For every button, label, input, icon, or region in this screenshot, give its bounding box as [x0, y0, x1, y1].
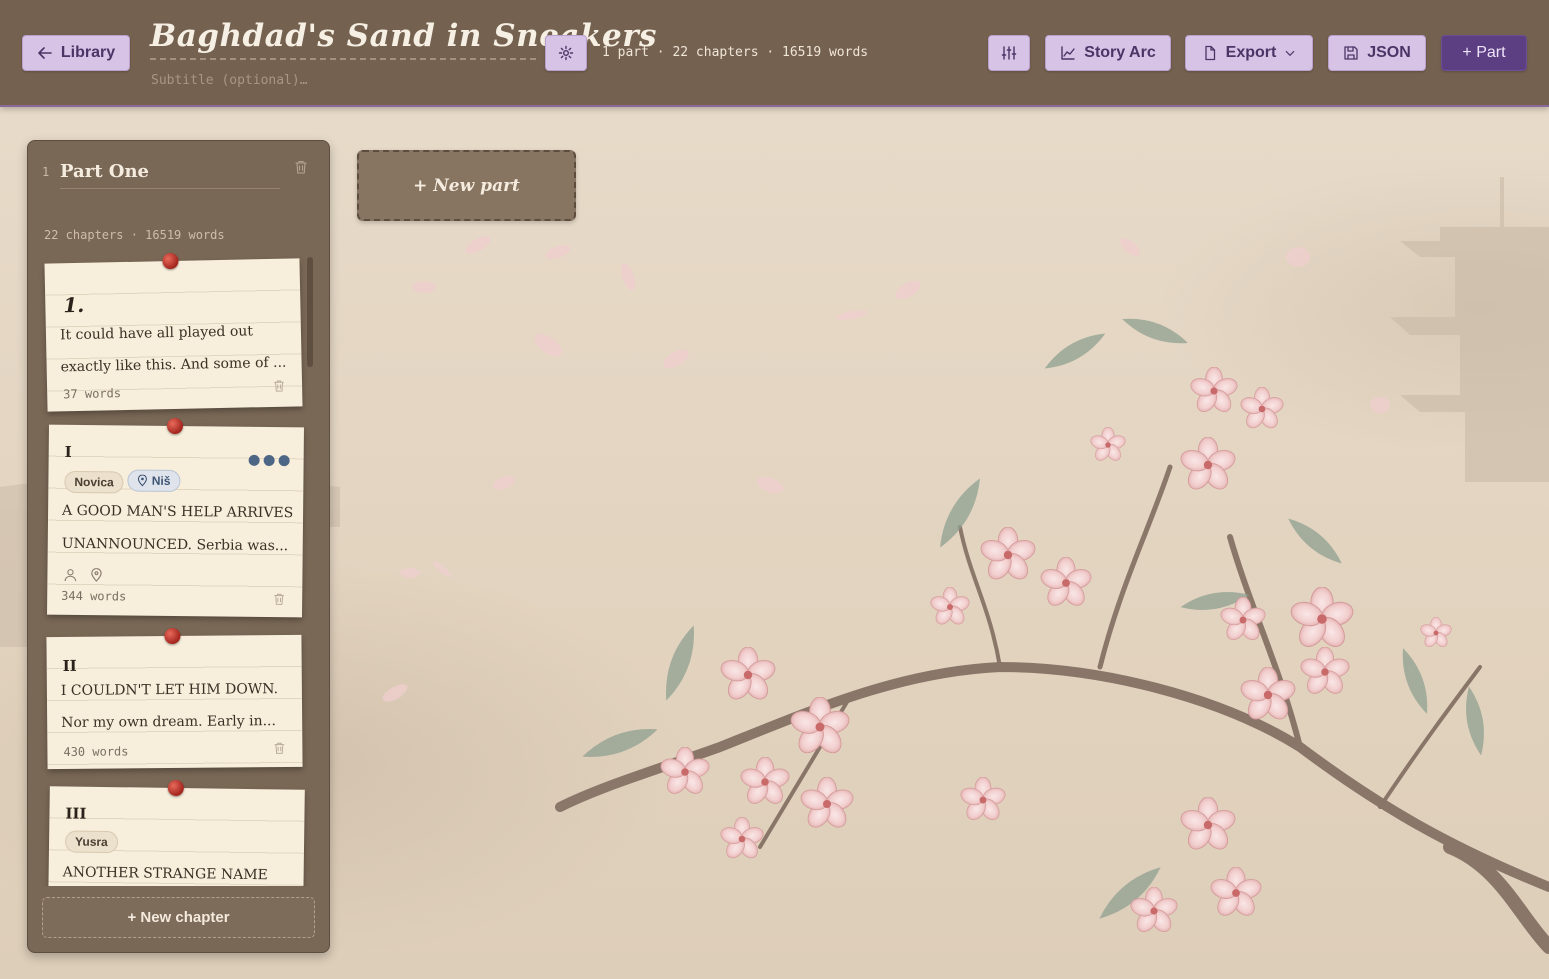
chapter-excerpt: UNANNOUNCED. Serbia was... — [61, 535, 289, 555]
trash-icon[interactable] — [272, 592, 286, 606]
tag-row: Yusra — [64, 830, 122, 854]
sliders-icon — [1001, 46, 1017, 60]
word-count: 37 words — [63, 386, 122, 402]
chevron-down-icon — [1285, 50, 1295, 57]
status-dots — [248, 454, 290, 467]
chapter-numeral: 1. — [63, 292, 85, 318]
save-icon — [1344, 46, 1358, 60]
chapter-card[interactable]: II I COULDN'T LET HIM DOWN. Nor my own d… — [46, 627, 303, 770]
library-label: Library — [60, 44, 116, 61]
part-column: 1 Part One 22 chapters · 16519 words 1. … — [27, 140, 330, 953]
add-part-button[interactable]: + Part — [1441, 35, 1527, 71]
chapter-card[interactable]: 1. It could have all played out exactly … — [44, 252, 303, 412]
new-chapter-button[interactable]: + New chapter — [42, 897, 315, 938]
chapter-numeral: III — [65, 804, 87, 823]
story-arc-label: Story Arc — [1084, 44, 1156, 61]
part-number: 1 — [42, 165, 50, 179]
word-count: 430 words — [63, 744, 129, 759]
pin — [167, 779, 184, 797]
pin — [162, 252, 179, 270]
top-toolbar: Library Baghdad's Sand in Sneakers Subti… — [0, 0, 1549, 107]
chapter-list: 1. It could have all played out exactly … — [28, 251, 329, 886]
person-icon[interactable] — [63, 568, 77, 582]
arrow-left-icon — [38, 47, 52, 59]
chapter-excerpt: It could have all played out — [59, 323, 254, 344]
part-stats: 22 chapters · 16519 words — [44, 228, 225, 242]
map-pin-icon — [138, 474, 148, 487]
chapter-excerpt: ANOTHER STRANGE NAME — [62, 864, 268, 884]
chapter-excerpt: A GOOD MAN'S HELP ARRIVES — [62, 502, 294, 522]
trash-icon[interactable] — [272, 379, 286, 393]
chapter-numeral: II — [62, 656, 77, 675]
filters-button[interactable] — [988, 35, 1030, 71]
character-tag[interactable]: Yusra — [64, 830, 118, 854]
add-part-label: + Part — [1462, 44, 1506, 61]
pin — [164, 627, 181, 645]
book-stats: 1 part · 22 chapters · 16519 words — [602, 45, 869, 60]
chapter-excerpt: exactly like this. And some of ... — [60, 354, 287, 376]
export-label: Export — [1225, 44, 1277, 61]
chapter-card[interactable]: III Yusra ANOTHER STRANGE NAME — [48, 779, 305, 886]
gear-icon — [558, 45, 574, 61]
map-pin-icon[interactable] — [89, 568, 103, 582]
export-dropdown[interactable]: Export — [1185, 35, 1313, 71]
subtitle-input[interactable]: Subtitle (optional)… — [151, 73, 308, 88]
pin — [166, 417, 184, 435]
json-label: JSON — [1367, 44, 1411, 61]
location-tag[interactable]: Niš — [127, 469, 181, 493]
trash-icon[interactable] — [293, 159, 309, 175]
part-name[interactable]: Part One — [60, 161, 280, 189]
character-tag[interactable]: Novica — [64, 470, 124, 494]
settings-button[interactable] — [545, 35, 587, 71]
chapter-excerpt: Nor my own dream. Early in... — [61, 713, 276, 731]
library-button[interactable]: Library — [22, 35, 130, 71]
json-button[interactable]: JSON — [1328, 35, 1426, 71]
story-arc-button[interactable]: Story Arc — [1045, 35, 1171, 71]
chapter-numeral: I — [64, 442, 72, 461]
chapter-card[interactable]: I Novica Niš A GOOD MAN'S HELP ARRIVES UN… — [47, 417, 304, 618]
chart-line-icon — [1061, 46, 1075, 60]
location-tag-label: Niš — [151, 473, 171, 488]
new-part-button[interactable]: + New part — [357, 150, 576, 221]
tag-row: Novica Niš — [64, 469, 184, 494]
chapter-excerpt: I COULDN'T LET HIM DOWN. — [60, 681, 279, 699]
book-title[interactable]: Baghdad's Sand in Sneakers — [150, 18, 657, 60]
word-count: 344 words — [61, 588, 127, 604]
file-icon — [1205, 45, 1215, 61]
trash-icon[interactable] — [272, 741, 286, 755]
